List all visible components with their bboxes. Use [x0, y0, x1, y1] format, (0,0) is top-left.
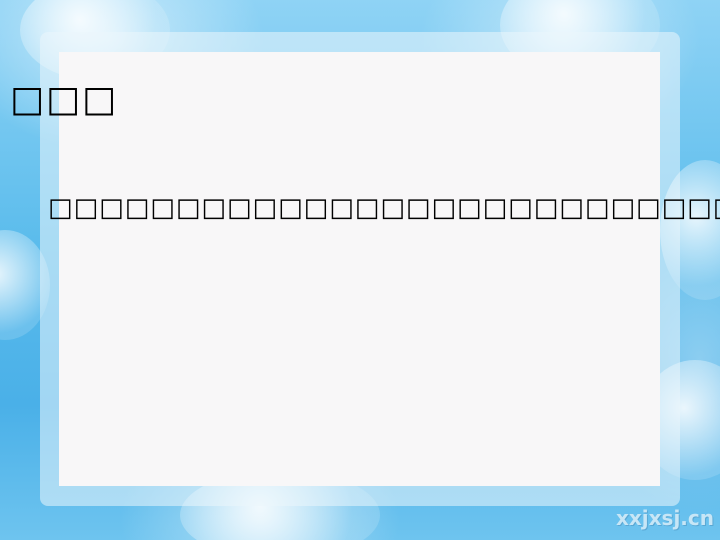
slide-title: □□□: [10, 79, 119, 120]
slide-body-text: □□□□□□□□□□□□□□□□□□□□□□□□□□□□□□□□: [48, 193, 720, 223]
slide-background: □□□ □□□□□□□□□□□□□□□□□□□□□□□□□□□□□□□□ xxj…: [0, 0, 720, 540]
site-watermark: xxjxsj.cn: [615, 506, 714, 530]
content-panel: [59, 52, 660, 486]
